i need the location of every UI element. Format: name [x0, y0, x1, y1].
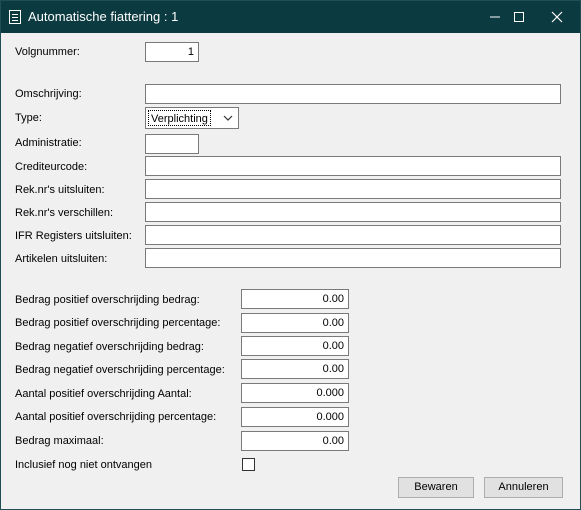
- ifr-registers-field[interactable]: [145, 225, 561, 245]
- bedrag-pos-perc-field[interactable]: 0.00: [241, 313, 349, 333]
- reknr-verschillen-label: Rek.nr's verschillen:: [15, 207, 114, 219]
- bedrag-pos-bedrag-label: Bedrag positief overschrijding bedrag:: [15, 294, 200, 306]
- bedrag-max-field[interactable]: 0.00: [241, 431, 349, 451]
- bedrag-neg-perc-field[interactable]: 0.00: [241, 359, 349, 379]
- crediteurcode-label: Crediteurcode:: [15, 161, 88, 173]
- omschrijving-field[interactable]: [145, 84, 561, 104]
- aantal-pos-perc-label: Aantal positief overschrijding percentag…: [15, 411, 217, 423]
- artikelen-label: Artikelen uitsluiten:: [15, 253, 108, 265]
- reknr-uitsluiten-label: Rek.nr's uitsluiten:: [15, 184, 105, 196]
- ifr-registers-label: IFR Registers uitsluiten:: [15, 230, 132, 242]
- bedrag-neg-bedrag-label: Bedrag negatief overschrijding bedrag:: [15, 341, 204, 353]
- chevron-down-icon: [223, 115, 233, 121]
- aantal-pos-aantal-field[interactable]: 0.000: [241, 383, 349, 403]
- reknr-uitsluiten-field[interactable]: [145, 179, 561, 199]
- inclusief-checkbox[interactable]: [242, 458, 255, 471]
- window-title: Automatische fiattering : 1: [28, 9, 179, 24]
- type-label: Type:: [15, 112, 42, 124]
- administratie-field[interactable]: [145, 134, 199, 154]
- volgnummer-label: Volgnummer:: [15, 46, 80, 58]
- type-selected-value: Verplichting: [148, 110, 211, 126]
- bedrag-pos-bedrag-field[interactable]: 0.00: [241, 289, 349, 309]
- bedrag-max-label: Bedrag maximaal:: [15, 435, 104, 447]
- omschrijving-label: Omschrijving:: [15, 88, 82, 100]
- administratie-label: Administratie:: [15, 137, 82, 149]
- cancel-button[interactable]: Annuleren: [484, 477, 563, 498]
- crediteurcode-field[interactable]: [145, 156, 561, 176]
- title-bar: Automatische fiattering : 1: [1, 1, 580, 33]
- type-select[interactable]: Verplichting: [145, 107, 239, 129]
- document-list-icon: [9, 10, 21, 24]
- volgnummer-field[interactable]: 1: [145, 42, 199, 62]
- dialog-window: Automatische fiattering : 1 Volgnummer: …: [0, 0, 581, 510]
- form-content: Volgnummer: 1 Omschrijving: Type: Verpli…: [1, 33, 580, 509]
- close-button[interactable]: [534, 1, 580, 33]
- inclusief-label: Inclusief nog niet ontvangen: [15, 459, 152, 471]
- reknr-verschillen-field[interactable]: [145, 202, 561, 222]
- aantal-pos-aantal-label: Aantal positief overschrijding Aantal:: [15, 388, 192, 400]
- bedrag-neg-perc-label: Bedrag negatief overschrijding percentag…: [15, 364, 225, 376]
- aantal-pos-perc-field[interactable]: 0.000: [241, 407, 349, 427]
- maximize-icon: [514, 12, 524, 22]
- bedrag-pos-perc-label: Bedrag positief overschrijding percentag…: [15, 317, 221, 329]
- bedrag-neg-bedrag-field[interactable]: 0.00: [241, 336, 349, 356]
- close-icon: [551, 11, 563, 23]
- save-button[interactable]: Bewaren: [398, 477, 474, 498]
- artikelen-field[interactable]: [145, 248, 561, 268]
